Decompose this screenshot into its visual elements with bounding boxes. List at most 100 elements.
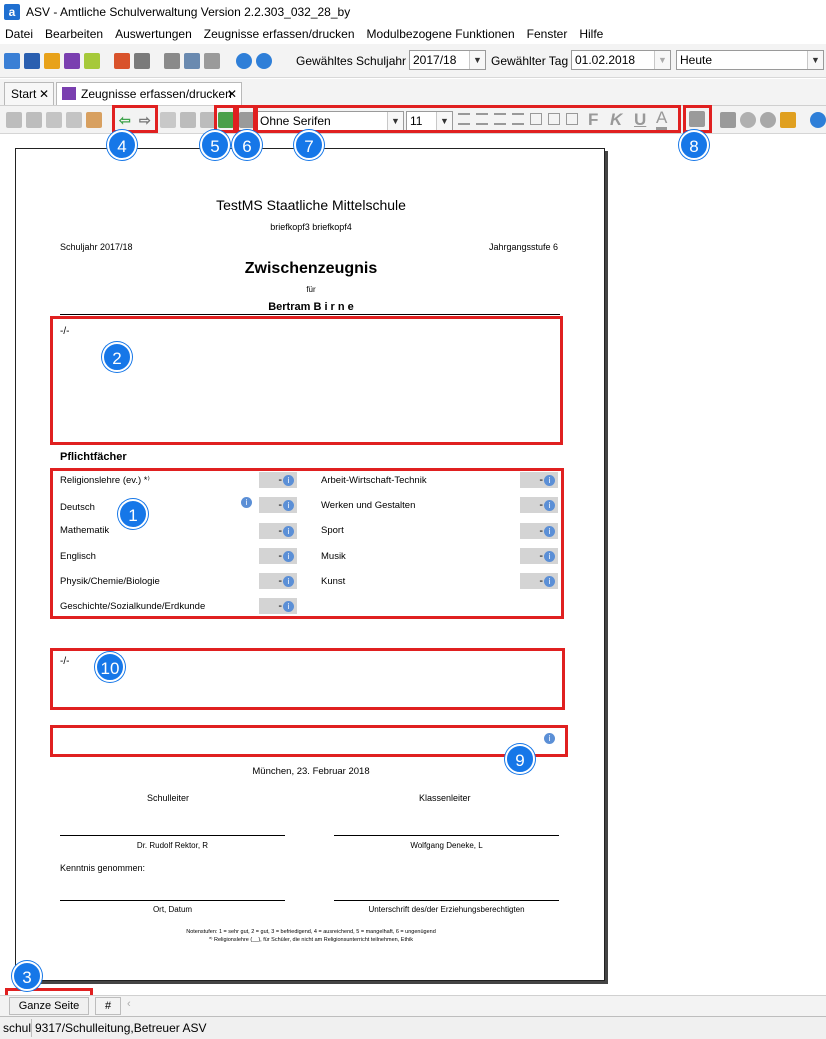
callout-badge: 8 [679,130,709,160]
copy-icon[interactable] [180,112,196,128]
tab-start[interactable]: Start ✕ [4,82,54,105]
properties-icon[interactable] [86,112,102,128]
lightning-icon[interactable] [204,53,220,69]
cut-icon[interactable] [160,112,176,128]
window-settings-icon[interactable] [184,53,200,69]
highlight-remarks [50,316,563,445]
callout-badge: 6 [232,130,262,160]
lightbulb-icon[interactable] [760,112,776,128]
menu-bar: Datei Bearbeiten Auswertungen Zeugnisse … [0,23,826,44]
help-icon[interactable] [256,53,272,69]
callout-badge: 4 [107,130,137,160]
menu-bearbeiten[interactable]: Bearbeiten [45,27,103,41]
kenntnis-label: Kenntnis genommen: [60,863,146,873]
menu-datei[interactable]: Datei [5,27,33,41]
close-icon[interactable]: ✕ [227,83,237,105]
tab-zeugnisse-label: Zeugnisse erfassen/drucken [81,87,232,101]
report-icon[interactable] [134,53,150,69]
new-icon[interactable] [6,112,22,128]
app-logo-icon: a [4,3,20,20]
tab-start-label: Start [11,87,37,101]
chat-icon[interactable] [84,53,100,69]
tag-value: 01.02.2018 [575,53,636,67]
callout-badge: 2 [102,342,132,372]
name-underline [60,314,560,315]
callout-badge: 1 [118,499,148,529]
klassenleiter-name: Wolfgang Deneke, L [410,841,483,850]
schulleiter-name: Dr. Rudolf Rektor, R [136,841,209,850]
tab-zeugnisse[interactable]: Zeugnisse erfassen/drucken ✕ [56,82,242,105]
tag-input[interactable]: 01.02.2018 ▼ [571,50,671,70]
callout-badge: 3 [12,961,42,991]
jahrgangsstufe-text: Jahrgangsstufe 6 [488,242,558,252]
callout-badge: 5 [200,130,230,160]
callout-badge: 9 [505,744,535,774]
highlight-print-preview [683,105,712,133]
signature-line [334,835,559,836]
menu-modulbezogene-funktionen[interactable]: Modulbezogene Funktionen [367,27,515,41]
highlight-format [255,105,681,133]
signature-line [60,900,285,901]
unterschrift-label: Unterschrift des/der Erziehungsberechtig… [368,905,525,914]
undo-icon[interactable] [46,112,62,128]
book-icon[interactable] [114,53,130,69]
save-icon[interactable] [26,112,42,128]
scroll-left-icon[interactable]: ‹ [127,998,131,1010]
class-icon[interactable] [24,53,40,69]
letterhead: briefkopf3 briefkopf4 [270,222,352,232]
signature-line [60,835,285,836]
menu-fenster[interactable]: Fenster [527,27,568,41]
student-name: Bertram B i r n e [268,301,354,313]
status-divider [31,1019,32,1037]
people-icon[interactable] [4,53,20,69]
bottom-toolbar: Ganze Seite # ‹ [0,995,826,1016]
footnote-grades: Notenstufen: 1 = sehr gut, 2 = gut, 3 = … [186,929,436,935]
highlight-page-break [236,105,256,133]
chevron-down-icon[interactable]: ▼ [469,51,485,69]
delete-icon[interactable] [66,112,82,128]
help-icon[interactable] [810,112,826,128]
highlight-section10 [50,648,565,710]
schuljahr-select[interactable]: 2017/18 ▼ [409,50,486,70]
tag-label: Gewählter Tag [491,54,569,68]
highlight-swap [214,105,236,133]
menu-hilfe[interactable]: Hilfe [579,27,603,41]
callout-badge: 7 [294,130,324,160]
teachers-icon[interactable] [44,53,60,69]
document-title: Zwischenzeugnis [244,260,378,277]
print-icon[interactable] [720,112,736,128]
title-bar: a ASV - Amtliche Schulverwaltung Version… [0,0,826,23]
eraser-icon[interactable] [780,112,796,128]
info-icon[interactable] [236,53,252,69]
pflichtfaecher-heading: Pflichtfächer [60,451,127,463]
schedule-icon[interactable] [64,53,80,69]
grid-button[interactable]: # [95,997,121,1015]
tab-bar: Start ✕ Zeugnisse erfassen/drucken ✕ [0,79,826,106]
schuljahr-label: Gewähltes Schuljahr [296,54,407,68]
period-value: Heute [680,53,713,67]
highlight-navigation [112,105,158,133]
eye-icon[interactable] [740,112,756,128]
footnote-religion: *⁾ Religionslehre (__), für Schüler, die… [208,937,414,943]
window-title: ASV - Amtliche Schulverwaltung Version 2… [26,4,351,19]
status-role: 9317/Schulleitung,Betreuer ASV [35,1021,207,1035]
signature-line [334,900,559,901]
period-select[interactable]: Heute ▼ [676,50,824,70]
highlight-section9 [50,725,568,757]
schuljahr-value: 2017/18 [413,53,457,67]
main-toolbar: Gewähltes Schuljahr 2017/18 ▼ Gewählter … [0,44,826,78]
schulleiter-label: Schulleiter [147,793,190,803]
highlight-grades [50,468,564,619]
status-bar: schul 9317/Schulleitung,Betreuer ASV [0,1016,826,1039]
menu-auswertungen[interactable]: Auswertungen [115,27,192,41]
menu-zeugnisse[interactable]: Zeugnisse erfassen/drucken [204,27,355,41]
certificate-icon [62,87,76,100]
schuljahr-text: Schuljahr 2017/18 [60,242,133,252]
zoom-full-page-button[interactable]: Ganze Seite [9,997,89,1015]
copy-icon[interactable] [164,53,180,69]
close-icon[interactable]: ✕ [39,83,49,105]
ort-datum: Ort, Datum [152,905,193,914]
status-user: schul [3,1021,32,1035]
calendar-dropdown-icon[interactable]: ▼ [654,51,670,69]
chevron-down-icon[interactable]: ▼ [807,51,823,69]
